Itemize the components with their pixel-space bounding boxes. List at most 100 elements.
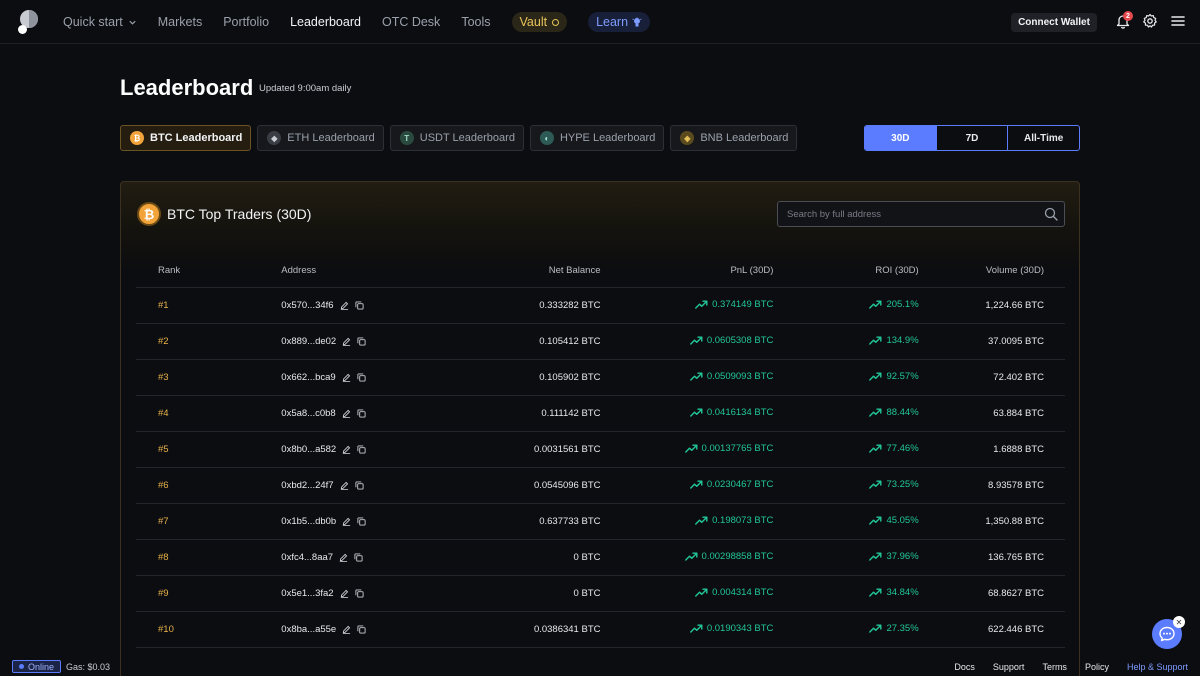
footer-link-support[interactable]: Support <box>993 662 1025 672</box>
edit-icon[interactable] <box>339 553 348 562</box>
tab-eth-leaderboard[interactable]: ◆ ETH Leaderboard <box>257 125 384 151</box>
edit-icon[interactable] <box>342 517 351 526</box>
tab-bnb-leaderboard[interactable]: ◈ BNB Leaderboard <box>670 125 798 151</box>
copy-icon[interactable] <box>354 552 363 562</box>
table-header-row: Rank Address Net Balance PnL (30D) ROI (… <box>136 254 1065 288</box>
footer-link-docs[interactable]: Docs <box>954 662 975 672</box>
tab-7d[interactable]: 7D <box>935 126 1008 150</box>
table-row[interactable]: #4 0x5a8...c0b8 0.111142 BTC 0.0416134 BTC 8… <box>136 395 1065 432</box>
nav-leaderboard[interactable]: Leaderboard <box>290 15 361 29</box>
wallet-address[interactable]: 0x570...34f6 <box>281 300 333 311</box>
pnl-value: 0.0605308 BTC <box>706 334 774 346</box>
pnl-value: 0.00137765 BTC <box>701 442 774 454</box>
status-dot-icon <box>19 664 24 669</box>
wallet-address[interactable]: 0x662...bca9 <box>281 372 335 383</box>
rank-cell: #3 <box>136 359 282 396</box>
edit-icon[interactable] <box>342 625 351 634</box>
search-input[interactable] <box>778 202 1040 226</box>
copy-icon[interactable] <box>355 480 364 490</box>
copy-icon[interactable] <box>355 588 364 598</box>
gear-icon[interactable] <box>1142 13 1158 29</box>
copy-icon[interactable] <box>357 516 366 526</box>
table-row[interactable]: #5 0x8b0...a582 0.0031561 BTC 0.00137765 BT… <box>136 431 1065 468</box>
wallet-address[interactable]: 0x1b5...db0b <box>281 516 336 527</box>
tab-usdt-leaderboard[interactable]: T USDT Leaderboard <box>389 125 524 151</box>
header-pnl[interactable]: PnL (30D) <box>600 254 774 288</box>
table-row[interactable]: #10 0x8ba...a55e 0.0386341 BTC 0.0190343 BT… <box>136 611 1065 648</box>
edit-icon[interactable] <box>342 373 351 382</box>
copy-icon[interactable] <box>357 336 366 346</box>
vault-label: Vault <box>519 15 548 29</box>
tab-30d[interactable]: 30D <box>865 126 936 150</box>
wallet-address[interactable]: 0x5e1...3fa2 <box>281 588 333 599</box>
chevron-down-icon <box>129 20 136 25</box>
tab-hype-leaderboard[interactable]: ◐ HYPE Leaderboard <box>529 125 665 151</box>
tab-btc-leaderboard[interactable]: ₿ BTC Leaderboard <box>120 125 252 151</box>
table-row[interactable]: #8 0xfc4...8aa7 0 BTC 0.00298858 BTC 37.96% 1… <box>136 539 1065 576</box>
pnl-cell: 0.004314 BTC <box>600 575 774 612</box>
roi-cell: 134.9% <box>773 323 919 360</box>
gas-price: Gas: $0.03 <box>66 662 111 672</box>
net-balance-cell: 0.111142 BTC <box>434 395 601 432</box>
connect-wallet-button[interactable]: Connect Wallet <box>1011 13 1097 32</box>
nav-tools[interactable]: Tools <box>461 15 490 29</box>
nav-learn[interactable]: Learn <box>588 12 651 32</box>
pnl-cell: 0.0230467 BTC <box>600 467 774 504</box>
footer: Online Gas: $0.03 Docs Support Terms Pol… <box>0 656 1200 676</box>
wallet-address[interactable]: 0x5a8...c0b8 <box>281 408 335 419</box>
logo-icon[interactable] <box>17 9 39 35</box>
header-roi[interactable]: ROI (30D) <box>773 254 919 288</box>
edit-icon[interactable] <box>342 445 351 454</box>
address-cell: 0x1b5...db0b <box>281 503 435 540</box>
copy-icon[interactable] <box>355 300 364 310</box>
footer-link-terms[interactable]: Terms <box>1042 662 1067 672</box>
header-volume[interactable]: Volume (30D) <box>918 254 1065 288</box>
chat-close-button[interactable]: ✕ <box>1173 616 1185 628</box>
wallet-address[interactable]: 0xbd2...24f7 <box>281 480 333 491</box>
trend-up-icon <box>689 408 703 417</box>
table-row[interactable]: #1 0x570...34f6 0.333282 BTC 0.374149 BTC 20… <box>136 287 1065 324</box>
wallet-address[interactable]: 0x889...de02 <box>281 336 336 347</box>
vault-dot-icon <box>552 18 560 26</box>
nav-quick-start-label: Quick start <box>63 15 123 29</box>
table-row[interactable]: #6 0xbd2...24f7 0.0545096 BTC 0.0230467 BTC… <box>136 467 1065 504</box>
pnl-value: 0.0509093 BTC <box>706 370 774 382</box>
volume-cell: 8.93578 BTC <box>918 467 1065 504</box>
header-address: Address <box>281 254 435 288</box>
nav-otc-desk[interactable]: OTC Desk <box>382 15 440 29</box>
nav-quick-start[interactable]: Quick start <box>63 15 137 29</box>
nav-portfolio[interactable]: Portfolio <box>223 15 269 29</box>
nav-markets[interactable]: Markets <box>158 15 202 29</box>
search-icon[interactable] <box>1044 207 1058 221</box>
net-balance-cell: 0 BTC <box>434 575 601 612</box>
hype-icon: ◐ <box>539 131 554 145</box>
roi-cell: 77.46% <box>773 431 919 468</box>
wallet-address[interactable]: 0xfc4...8aa7 <box>281 552 333 563</box>
copy-icon[interactable] <box>357 372 366 382</box>
footer-link-policy[interactable]: Policy <box>1085 662 1109 672</box>
edit-icon[interactable] <box>340 481 349 490</box>
footer-link-help-support[interactable]: Help & Support <box>1127 662 1188 672</box>
roi-value: 73.25% <box>886 478 919 490</box>
table-row[interactable]: #9 0x5e1...3fa2 0 BTC 0.004314 BTC 34.84% 68.… <box>136 575 1065 612</box>
tether-icon: T <box>399 131 414 145</box>
table-row[interactable]: #2 0x889...de02 0.105412 BTC 0.0605308 BTC 1… <box>136 323 1065 360</box>
rank-cell: #7 <box>136 503 282 540</box>
address-cell: 0xbd2...24f7 <box>281 467 435 504</box>
wallet-address[interactable]: 0x8ba...a55e <box>281 624 336 635</box>
copy-icon[interactable] <box>357 444 366 454</box>
nav-vault[interactable]: Vault <box>511 12 568 32</box>
trend-up-icon <box>695 300 708 309</box>
edit-icon[interactable] <box>342 337 351 346</box>
table-row[interactable]: #7 0x1b5...db0b 0.637733 BTC 0.198073 BTC 45… <box>136 503 1065 540</box>
edit-icon[interactable] <box>340 301 349 310</box>
edit-icon[interactable] <box>340 589 349 598</box>
tab-all-time[interactable]: All-Time <box>1007 126 1079 150</box>
copy-icon[interactable] <box>357 408 366 418</box>
edit-icon[interactable] <box>342 409 351 418</box>
copy-icon[interactable] <box>357 624 366 634</box>
roi-cell: 73.25% <box>773 467 919 504</box>
table-row[interactable]: #3 0x662...bca9 0.105902 BTC 0.0509093 BTC 9… <box>136 359 1065 396</box>
wallet-address[interactable]: 0x8b0...a582 <box>281 444 336 455</box>
hamburger-menu-icon[interactable] <box>1170 13 1186 29</box>
